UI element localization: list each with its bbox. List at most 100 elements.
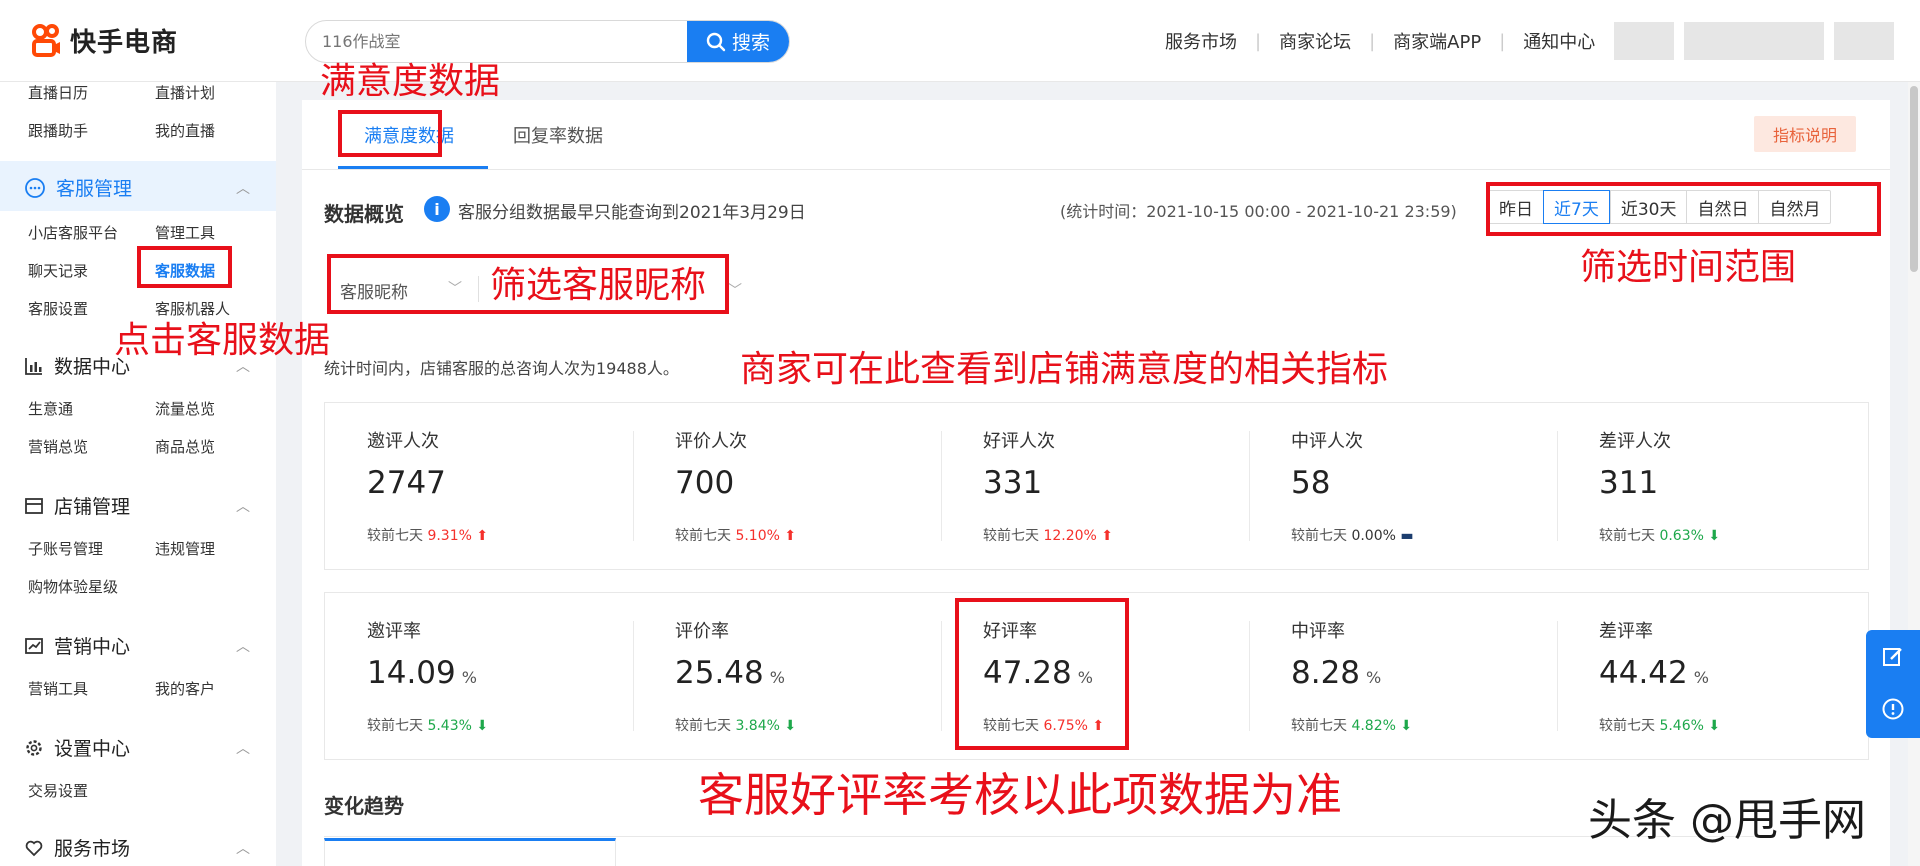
annotation-box-cs-data: [137, 246, 232, 288]
sidebar-section-label: 设置中心: [54, 738, 131, 760]
nav-separator: |: [1499, 30, 1506, 52]
metric-compare: 较前七天 0.00% ▬: [1291, 528, 1414, 544]
sidebar-item-marketing-overview[interactable]: 营销总览: [28, 436, 88, 457]
sidebar-item-chat-records[interactable]: 聊天记录: [28, 260, 88, 281]
sidebar-item-marketing-tools[interactable]: 营销工具: [28, 678, 88, 699]
chevron-up-icon[interactable]: ︿: [236, 636, 250, 656]
search-input[interactable]: [306, 21, 687, 62]
metric-value: 58: [1291, 465, 1331, 501]
top-bar: 快手电商 搜索 服务市场 | 商家论坛 | 商家端APP | 通知中心: [0, 0, 1920, 82]
overview-info-text: 客服分组数据最早只能查询到2021年3月29日: [458, 203, 806, 223]
page-scrollbar-thumb[interactable]: [1910, 86, 1918, 272]
chevron-up-icon[interactable]: ︿: [236, 496, 250, 516]
chevron-up-icon[interactable]: ︿: [236, 838, 250, 858]
metric-value: 311: [1599, 465, 1659, 501]
gear-icon: [26, 739, 42, 756]
alert-info-icon[interactable]: [1880, 696, 1906, 722]
metric-neutral-review-count: 中评人次 58 较前七天 0.00% ▬: [1249, 403, 1557, 569]
sidebar-section-label: 服务市场: [54, 838, 131, 860]
metric-divider: [1249, 431, 1250, 541]
sidebar-item-cs-settings[interactable]: 客服设置: [28, 298, 88, 319]
total-consultations-text: 统计时间内，店铺客服的总咨询人次为19488人。: [324, 359, 679, 378]
sidebar-item-live-assistant[interactable]: 跟播助手: [28, 120, 88, 141]
metric-value: 8.28%: [1291, 655, 1382, 691]
metric-compare: 较前七天 5.10% ⬆: [675, 528, 797, 544]
metric-compare: 较前七天 3.84% ⬇: [675, 718, 797, 734]
sidebar-item-management-tools[interactable]: 管理工具: [155, 222, 215, 243]
top-nav: 服务市场 | 商家论坛 | 商家端APP | 通知中心: [1165, 28, 1595, 54]
trend-section-title: 变化趋势: [324, 794, 404, 818]
metric-label: 评价人次: [675, 431, 747, 452]
metric-compare: 较前七天 9.31% ⬆: [367, 528, 489, 544]
annotation-filter-nick: 筛选客服昵称: [490, 265, 707, 306]
sidebar-item-my-customers[interactable]: 我的客户: [155, 678, 215, 699]
metric-bad-review-count: 差评人次 311 较前七天 0.63% ⬇: [1557, 403, 1865, 569]
metric-bad-review-rate: 差评率 44.42% 较前七天 5.46% ⬇: [1557, 593, 1865, 759]
metric-compare: 较前七天 5.43% ⬇: [367, 718, 489, 734]
sidebar-section-shop-management[interactable]: 店铺管理 ︿: [24, 492, 250, 519]
nav-merchant-app[interactable]: 商家端APP: [1393, 28, 1481, 54]
sidebar-section-label: 店铺管理: [54, 496, 131, 518]
sidebar-section-marketing-center[interactable]: 营销中心 ︿: [24, 632, 250, 659]
metric-value: 2747: [367, 465, 446, 501]
search-bar: 搜索: [305, 20, 790, 63]
annotation-click-cs-data: 点击客服数据: [114, 320, 331, 361]
chevron-up-icon[interactable]: ︿: [236, 178, 250, 198]
sidebar-item-trade-settings[interactable]: 交易设置: [28, 780, 88, 801]
sidebar-section-customer-service[interactable]: 客服管理 ︿: [24, 174, 250, 201]
tab-bar: 满意度数据 回复率数据 指标说明: [302, 100, 1890, 170]
metric-label: 邀评率: [367, 621, 421, 642]
sidebar-section-service-market[interactable]: 服务市场 ︿: [24, 834, 250, 861]
statistics-time-range: (统计时间：2021-10-15 00:00 - 2021-10-21 23:5…: [1060, 202, 1457, 221]
sidebar-item-sub-accounts[interactable]: 子账号管理: [28, 538, 103, 559]
sidebar-item-shop-cs-platform[interactable]: 小店客服平台: [28, 222, 118, 243]
sidebar-item-my-live[interactable]: 我的直播: [155, 120, 215, 141]
trend-icon: [25, 637, 43, 654]
metric-value: 700: [675, 465, 735, 501]
nav-merchant-forum[interactable]: 商家论坛: [1279, 28, 1351, 54]
arrow-down-icon: ⬇: [1400, 718, 1413, 734]
sidebar-item-live-plan[interactable]: 直播计划: [155, 82, 215, 103]
sidebar-item-cs-robot[interactable]: 客服机器人: [155, 298, 230, 319]
edit-feedback-icon[interactable]: [1880, 644, 1906, 670]
sidebar-item-shopping-stars[interactable]: 购物体验星级: [28, 576, 118, 597]
chevron-up-icon[interactable]: ︿: [236, 738, 250, 758]
annotation-box-good-rate: [955, 598, 1129, 750]
sidebar-item-product-overview[interactable]: 商品总览: [155, 436, 215, 457]
search-icon: [706, 32, 726, 51]
metric-divider: [1557, 431, 1558, 541]
sidebar-section-settings-center[interactable]: 设置中心 ︿: [24, 734, 250, 761]
arrow-down-icon: ⬇: [784, 718, 797, 734]
annotation-metrics-note: 商家可在此查看到店铺满意度的相关指标: [740, 349, 1389, 390]
sidebar-item-traffic-overview[interactable]: 流量总览: [155, 398, 215, 419]
metric-divider: [1557, 621, 1558, 731]
shop-icon: [25, 497, 43, 514]
nav-service-market[interactable]: 服务市场: [1165, 28, 1237, 54]
metric-value: 14.09%: [367, 655, 477, 691]
tab-reply-rate-data[interactable]: 回复率数据: [513, 122, 603, 148]
annotation-box-tab: [338, 110, 442, 157]
logo-text: 快手电商: [70, 28, 179, 58]
watermark: 头条 @甩手网: [1588, 795, 1866, 846]
arrow-down-icon: ⬇: [1708, 528, 1721, 544]
metric-divider: [941, 431, 942, 541]
metric-divider: [941, 621, 942, 731]
metric-divider: [633, 431, 634, 541]
sidebar-item-live-calendar[interactable]: 直播日历: [28, 82, 88, 103]
nav-notification-center[interactable]: 通知中心: [1523, 28, 1595, 54]
annotation-satisfaction-data: 满意度数据: [320, 61, 501, 102]
metric-label: 中评率: [1291, 621, 1345, 642]
trend-metric-tab[interactable]: [324, 838, 616, 866]
sidebar-item-violations[interactable]: 违规管理: [155, 538, 215, 559]
search-button[interactable]: 搜索: [687, 21, 789, 62]
annotation-rate-note: 客服好评率考核以此项数据为准: [698, 768, 1342, 822]
counts-card: 邀评人次 2747 较前七天 9.31% ⬆ 评价人次 700 较前七天 5.1…: [324, 402, 1869, 570]
metric-review-rate: 评价率 25.48% 较前七天 3.84% ⬇: [633, 593, 941, 759]
blurred-user-avatar: [1614, 22, 1674, 60]
indicator-explanation-button[interactable]: 指标说明: [1754, 116, 1856, 152]
sidebar-item-business[interactable]: 生意通: [28, 398, 73, 419]
kuaishou-logo[interactable]: 快手电商: [30, 22, 178, 59]
sidebar: 直播日历 直播计划 跟播助手 我的直播 客服管理 ︿ 小店客服平台 管理工具 聊…: [0, 82, 276, 866]
chevron-down-icon: ﹀: [728, 283, 742, 299]
metric-compare: 较前七天 4.82% ⬇: [1291, 718, 1413, 734]
